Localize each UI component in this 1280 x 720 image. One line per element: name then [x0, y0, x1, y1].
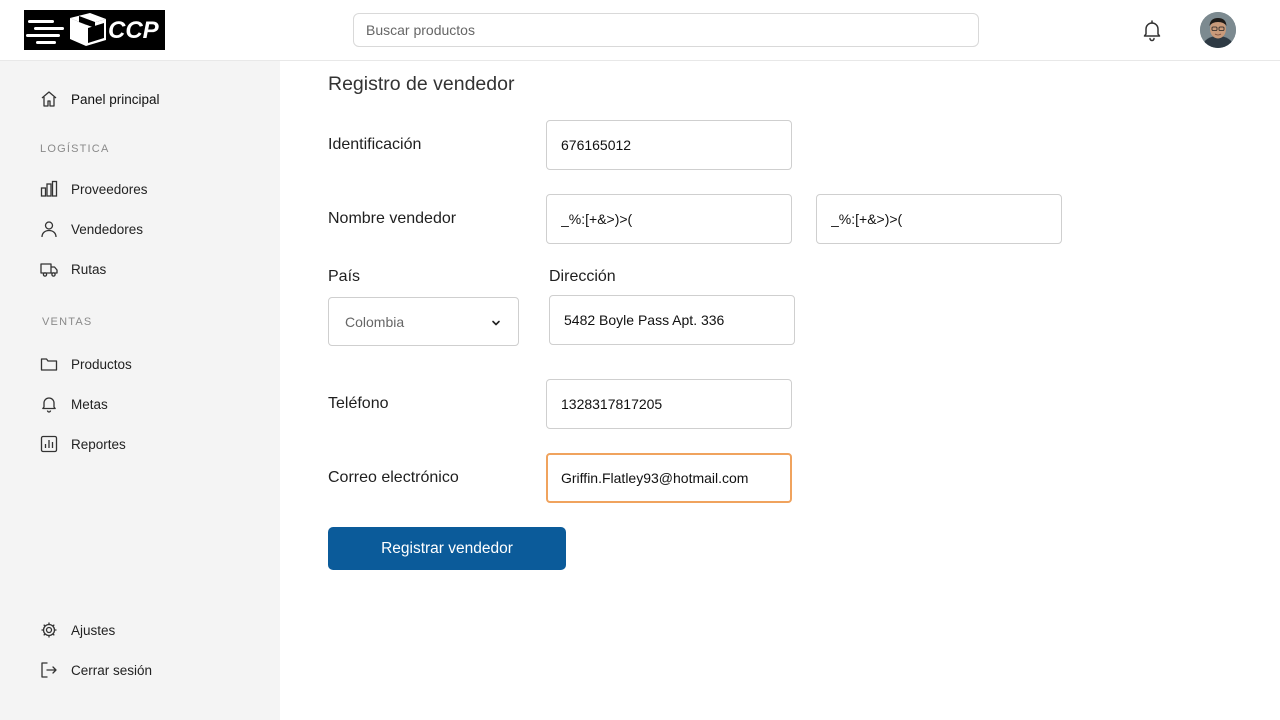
sidebar: Panel principal LOGÍSTICA Proveedores Ve… [0, 61, 280, 720]
sidebar-item-productos[interactable]: Productos [40, 352, 132, 376]
id-input[interactable] [546, 120, 792, 170]
email-input[interactable] [546, 453, 792, 503]
sidebar-item-reportes[interactable]: Reportes [40, 432, 126, 456]
country-label: País [328, 268, 361, 285]
address-label: Dirección [549, 268, 616, 285]
country-select[interactable]: Colombia [328, 297, 519, 346]
email-label: Correo electrónico [328, 469, 459, 486]
top-header: CCP [0, 0, 1280, 61]
name-label: Nombre vendedor [328, 210, 457, 227]
section-title-ventas: VENTAS [42, 316, 93, 328]
folder-icon [40, 355, 58, 373]
chevron-down-icon [490, 316, 502, 328]
sidebar-item-proveedores[interactable]: Proveedores [40, 177, 148, 201]
sidebar-item-label: Panel principal [71, 91, 160, 107]
sidebar-item-ajustes[interactable]: Ajustes [40, 618, 115, 642]
country-selected-value: Colombia [345, 313, 405, 330]
sidebar-item-panel-principal[interactable]: Panel principal [40, 87, 160, 111]
logo-text: CCP [108, 17, 159, 44]
search-input[interactable] [353, 13, 979, 47]
sidebar-item-rutas[interactable]: Rutas [40, 257, 106, 281]
sidebar-item-label: Metas [71, 396, 108, 412]
gear-icon [40, 621, 58, 639]
id-label: Identificación [328, 136, 422, 153]
logout-icon [40, 661, 58, 679]
page-title: Registro de vendedor [328, 73, 515, 95]
bell-icon [40, 395, 58, 413]
sidebar-item-label: Proveedores [71, 181, 148, 197]
last-name-input[interactable] [816, 194, 1062, 244]
truck-icon [40, 260, 58, 278]
report-chart-icon [40, 435, 58, 453]
sidebar-item-label: Rutas [71, 261, 107, 277]
sidebar-item-metas[interactable]: Metas [40, 392, 108, 416]
notifications-bell-icon[interactable] [1140, 18, 1164, 42]
phone-label: Teléfono [328, 395, 389, 412]
register-seller-button[interactable]: Registrar vendedor [328, 527, 566, 570]
address-input[interactable] [549, 295, 795, 345]
phone-input[interactable] [546, 379, 792, 429]
sidebar-item-cerrar-sesion[interactable]: Cerrar sesión [40, 658, 152, 682]
sidebar-item-label: Ajustes [71, 622, 116, 638]
first-name-input[interactable] [546, 194, 792, 244]
user-avatar[interactable] [1200, 12, 1236, 48]
user-icon [40, 220, 58, 238]
ccp-logo[interactable]: CCP [24, 10, 165, 50]
sidebar-item-label: Reportes [71, 436, 126, 452]
sidebar-item-label: Vendedores [71, 221, 144, 237]
section-title-logistica: LOGÍSTICA [40, 143, 110, 155]
bar-chart-icon [40, 180, 58, 198]
home-icon [40, 90, 58, 108]
sidebar-item-vendedores[interactable]: Vendedores [40, 217, 143, 241]
sidebar-item-label: Productos [71, 356, 132, 372]
sidebar-item-label: Cerrar sesión [71, 662, 153, 678]
